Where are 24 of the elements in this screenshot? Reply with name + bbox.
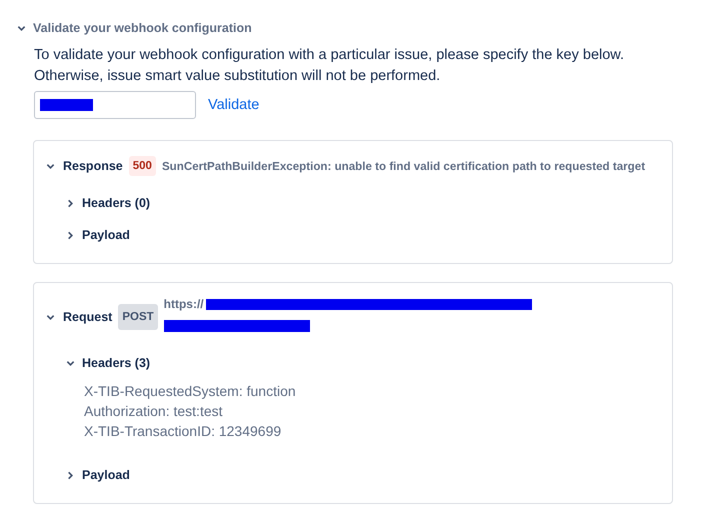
chevron-right-icon[interactable] — [66, 470, 75, 480]
chevron-down-icon[interactable] — [17, 24, 26, 32]
issue-key-field[interactable] — [34, 91, 196, 119]
section-title[interactable]: Validate your webhook configuration — [33, 21, 252, 35]
chevron-down-icon[interactable] — [46, 162, 55, 170]
section-toggle[interactable]: Headers (0) — [82, 196, 150, 210]
chevron-right-icon[interactable] — [66, 198, 75, 208]
section-toggle[interactable]: Payload — [82, 468, 130, 482]
error-message: SunCertPathBuilderException: unable to find valid certification path to requested target — [162, 160, 646, 172]
status-badge: 500 — [128, 156, 156, 176]
url-text: https:// — [164, 297, 204, 311]
header-line: X-TIB-RequestedSystem: function — [84, 382, 297, 401]
section-toggle[interactable]: Headers (3) — [82, 356, 150, 370]
description-text: To validate your webhook configuration with a particular issue, please specify the key below. Otherwise, issue smart value substitution will not be performed. — [34, 46, 625, 86]
panel-title[interactable]: Response — [63, 159, 123, 173]
section-toggle[interactable]: Payload — [82, 228, 130, 242]
header-line: X-TIB-TransactionID: 12349699 — [84, 422, 282, 441]
panel-title[interactable]: Request — [63, 310, 112, 324]
chevron-down-icon[interactable] — [46, 312, 55, 322]
chevron-down-icon[interactable] — [66, 358, 75, 368]
validate-link[interactable]: Validate — [208, 97, 260, 113]
chevron-right-icon[interactable] — [66, 230, 75, 240]
method-badge: POST — [118, 304, 158, 330]
header-line: Authorization: test:test — [84, 402, 224, 421]
